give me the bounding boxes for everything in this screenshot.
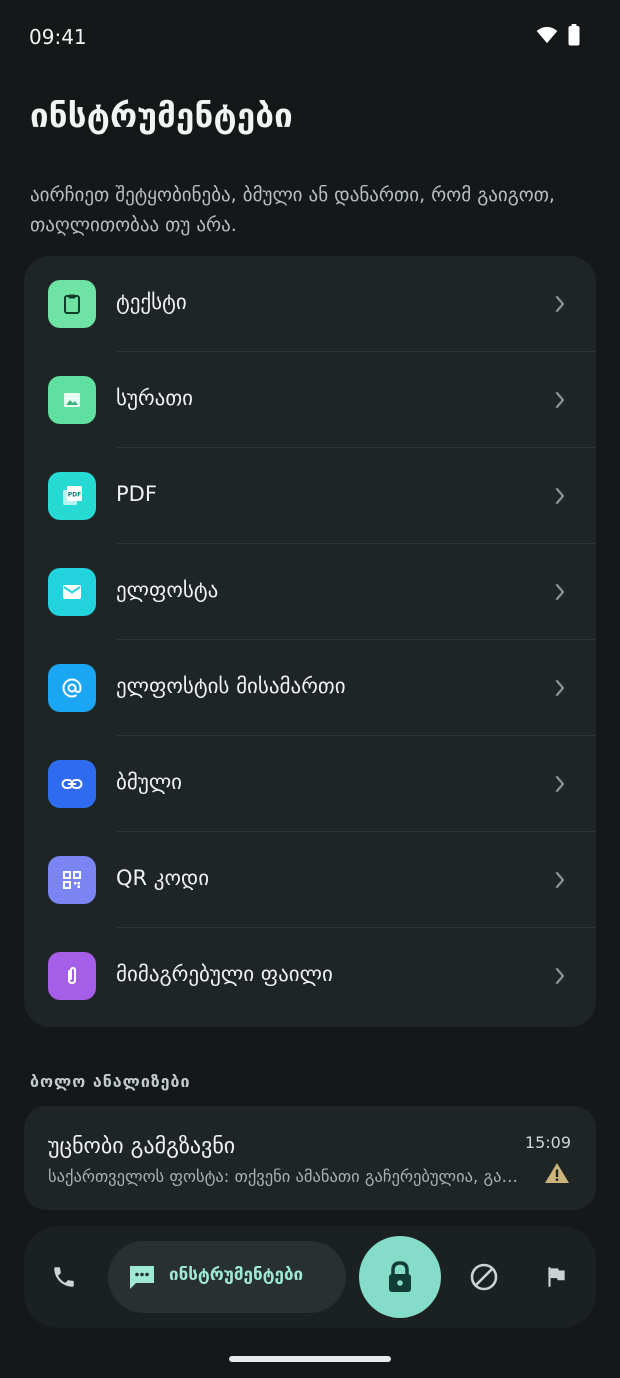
tool-item-email[interactable]: ელფოსტა bbox=[24, 544, 596, 640]
chevron-right-icon bbox=[555, 679, 565, 697]
phone-icon bbox=[54, 1267, 74, 1287]
nav-lock-button[interactable] bbox=[359, 1236, 441, 1318]
tool-label: ელფოსტის მისამართი bbox=[116, 674, 346, 698]
tool-label: QR კოდი bbox=[116, 866, 210, 890]
nav-phone[interactable] bbox=[42, 1255, 86, 1299]
chat-icon bbox=[130, 1266, 154, 1289]
chevron-right-icon bbox=[555, 583, 565, 601]
status-time: 09:41 bbox=[29, 25, 87, 49]
nav-tools-label: ინსტრუმენტები bbox=[169, 1265, 304, 1285]
tool-label: PDF bbox=[116, 482, 157, 506]
page-title: ინსტრუმენტები bbox=[30, 96, 293, 135]
battery-icon bbox=[568, 24, 580, 46]
clipboard-icon bbox=[48, 280, 96, 328]
recent-section-header: ბოლო ანალიზები bbox=[30, 1072, 191, 1091]
link-icon bbox=[48, 760, 96, 808]
chevron-right-icon bbox=[555, 775, 565, 793]
tool-item-text[interactable]: ტექსტი bbox=[24, 256, 596, 352]
tool-item-link[interactable]: ბმული bbox=[24, 736, 596, 832]
tool-label: ელფოსტა bbox=[116, 578, 219, 602]
pdf-icon: PDF bbox=[48, 472, 96, 520]
tool-label: ტექსტი bbox=[116, 290, 187, 314]
chevron-right-icon bbox=[555, 295, 565, 313]
bottom-navigation: ინსტრუმენტები bbox=[24, 1226, 596, 1328]
lock-icon bbox=[389, 1261, 411, 1292]
chevron-right-icon bbox=[555, 871, 565, 889]
chevron-right-icon bbox=[555, 391, 565, 409]
tool-item-pdf[interactable]: PDF PDF bbox=[24, 448, 596, 544]
chevron-right-icon bbox=[555, 487, 565, 505]
flag-icon bbox=[548, 1267, 565, 1287]
mail-icon bbox=[48, 568, 96, 616]
svg-text:PDF: PDF bbox=[68, 491, 81, 498]
tool-item-email-address[interactable]: ელფოსტის მისამართი bbox=[24, 640, 596, 736]
status-bar: 09:41 bbox=[0, 0, 620, 76]
tool-label: სურათი bbox=[116, 386, 194, 410]
tool-item-qr-code[interactable]: QR კოდი bbox=[24, 832, 596, 928]
wifi-icon bbox=[536, 26, 558, 44]
status-icons bbox=[536, 24, 580, 46]
recent-sender: უცნობი გამგზავნი bbox=[48, 1134, 236, 1159]
nav-tools-tab[interactable]: ინსტრუმენტები bbox=[108, 1241, 346, 1313]
chevron-right-icon bbox=[555, 967, 565, 985]
warning-icon bbox=[545, 1163, 569, 1183]
tools-list: ტექსტი სურათი PDF PDF ელფოსტა ელფოსტის მ… bbox=[24, 256, 596, 1027]
tool-item-image[interactable]: სურათი bbox=[24, 352, 596, 448]
qr-code-icon bbox=[48, 856, 96, 904]
nav-block[interactable] bbox=[462, 1255, 506, 1299]
tool-label: ბმული bbox=[116, 770, 183, 794]
page-description: აირჩიეთ შეტყობინება, ბმული ან დანართი, რ… bbox=[30, 184, 555, 236]
paperclip-icon bbox=[48, 952, 96, 1000]
recent-preview: საქართველოს ფოსტა: თქვენი ამანათი გაჩერე… bbox=[48, 1167, 518, 1186]
recent-time: 15:09 bbox=[524, 1133, 571, 1152]
home-indicator[interactable] bbox=[229, 1356, 391, 1362]
recent-item[interactable]: უცნობი გამგზავნი 15:09 საქართველოს ფოსტა… bbox=[24, 1106, 596, 1210]
at-sign-icon bbox=[48, 664, 96, 712]
nav-report[interactable] bbox=[534, 1255, 578, 1299]
tool-label: მიმაგრებული ფაილი bbox=[116, 962, 333, 986]
tool-item-attachment[interactable]: მიმაგრებული ფაილი bbox=[24, 928, 596, 1024]
image-icon bbox=[48, 376, 96, 424]
block-icon bbox=[470, 1263, 498, 1291]
